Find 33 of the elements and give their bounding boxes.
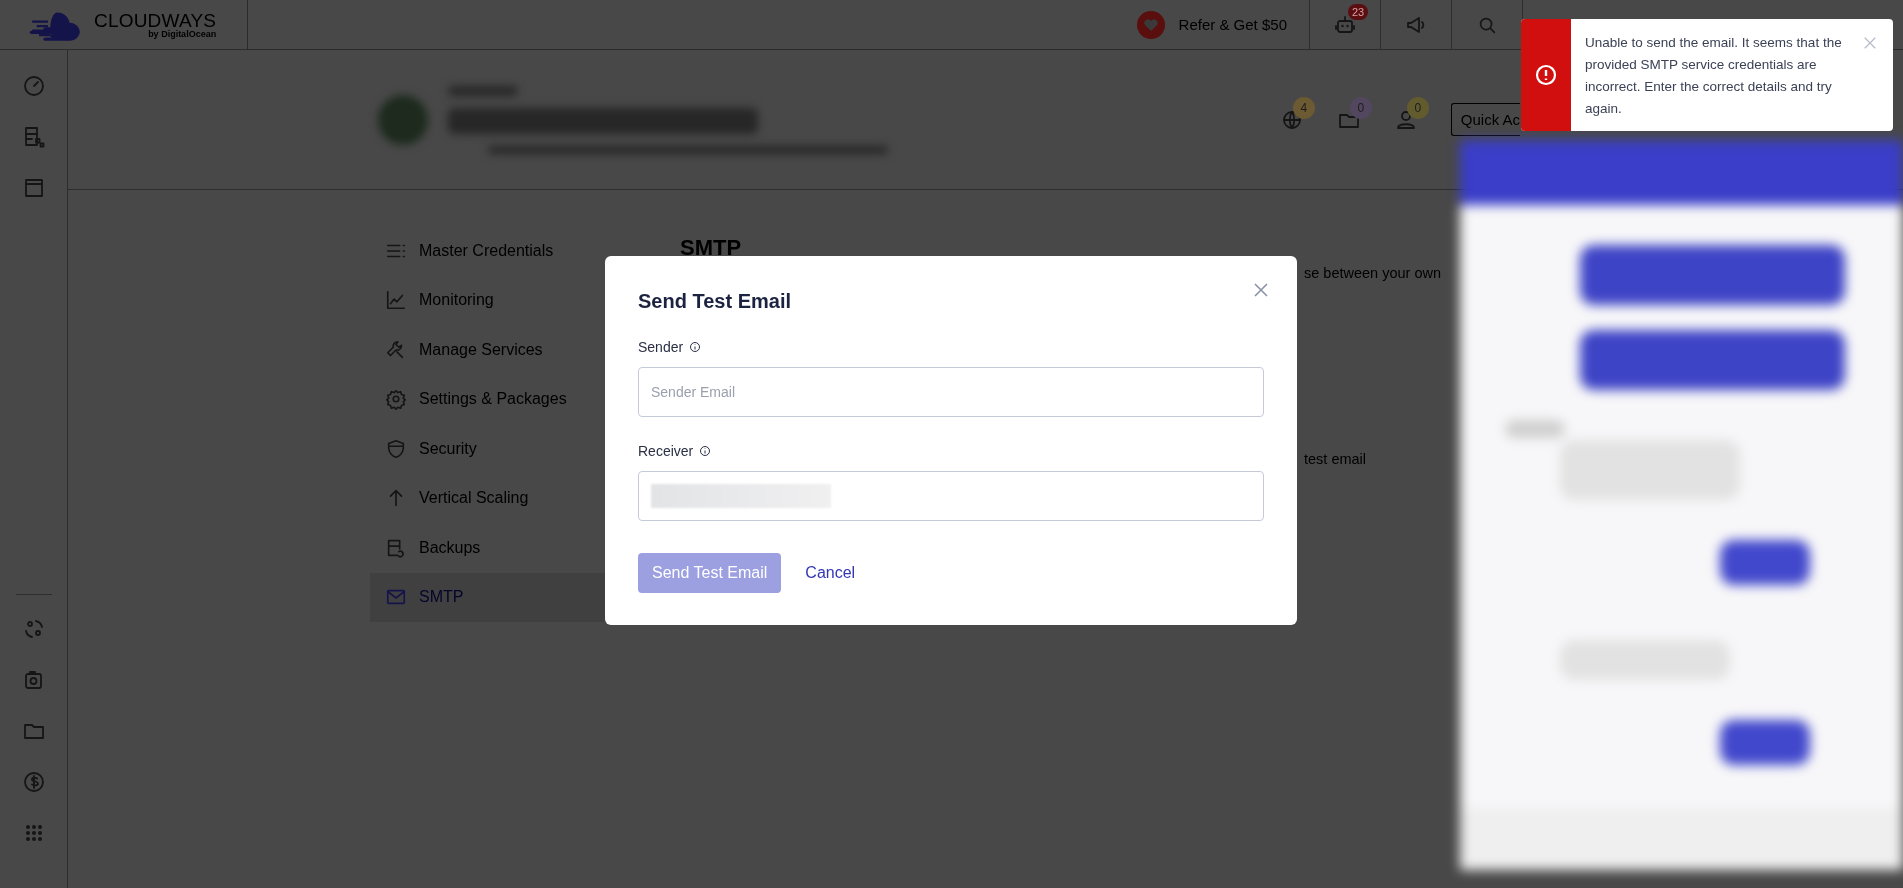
- gear-icon: [385, 388, 407, 411]
- brand-name: CLOUDWAYS: [94, 10, 217, 30]
- menu-item[interactable]: Security: [370, 424, 620, 474]
- menu-item[interactable]: Manage Services: [370, 325, 620, 375]
- bot-button[interactable]: 23: [1310, 0, 1381, 49]
- description-text: test email: [1304, 451, 1367, 467]
- toast-message: Unable to send the email. It seems that the provided SMTP service credentials are incorrect. Enter the correct details and try again.: [1584, 34, 1843, 118]
- field-label: Sender: [638, 339, 684, 355]
- dialog-title: Send Test Email: [638, 290, 792, 313]
- input-field[interactable]: Sender Email: [638, 367, 1264, 417]
- count-badge: 4: [1292, 96, 1315, 119]
- menu-item[interactable]: Monitoring: [370, 275, 620, 325]
- field-label: Receiver: [638, 443, 694, 459]
- alert-icon: [1534, 63, 1558, 87]
- shield-icon: [385, 437, 407, 460]
- menu-item[interactable]: Master Credentials: [370, 226, 620, 276]
- section-heading: SMTP: [680, 235, 742, 261]
- brand-tagline: by DigitalOcean: [148, 29, 217, 39]
- input-field[interactable]: [638, 471, 1264, 521]
- menu-item[interactable]: Vertical Scaling: [370, 473, 620, 523]
- quick-actions-button[interactable]: Quick Ac: [1450, 103, 1520, 136]
- info-icon: [689, 341, 702, 353]
- count-badge: 0: [1349, 96, 1372, 119]
- description-text: se between your own: [1304, 265, 1442, 281]
- menu-item[interactable]: Backups: [370, 523, 620, 573]
- blurred-avatar: [378, 94, 428, 145]
- count-badge: 0: [1406, 96, 1429, 119]
- menu-item[interactable]: Settings & Packages: [370, 374, 620, 424]
- chart-icon: [385, 289, 407, 312]
- refer-link[interactable]: Refer & Get $50: [1178, 16, 1287, 33]
- info-icon: [699, 445, 712, 457]
- notification-badge: 23: [1348, 4, 1369, 20]
- cancel-link[interactable]: Cancel: [805, 564, 856, 582]
